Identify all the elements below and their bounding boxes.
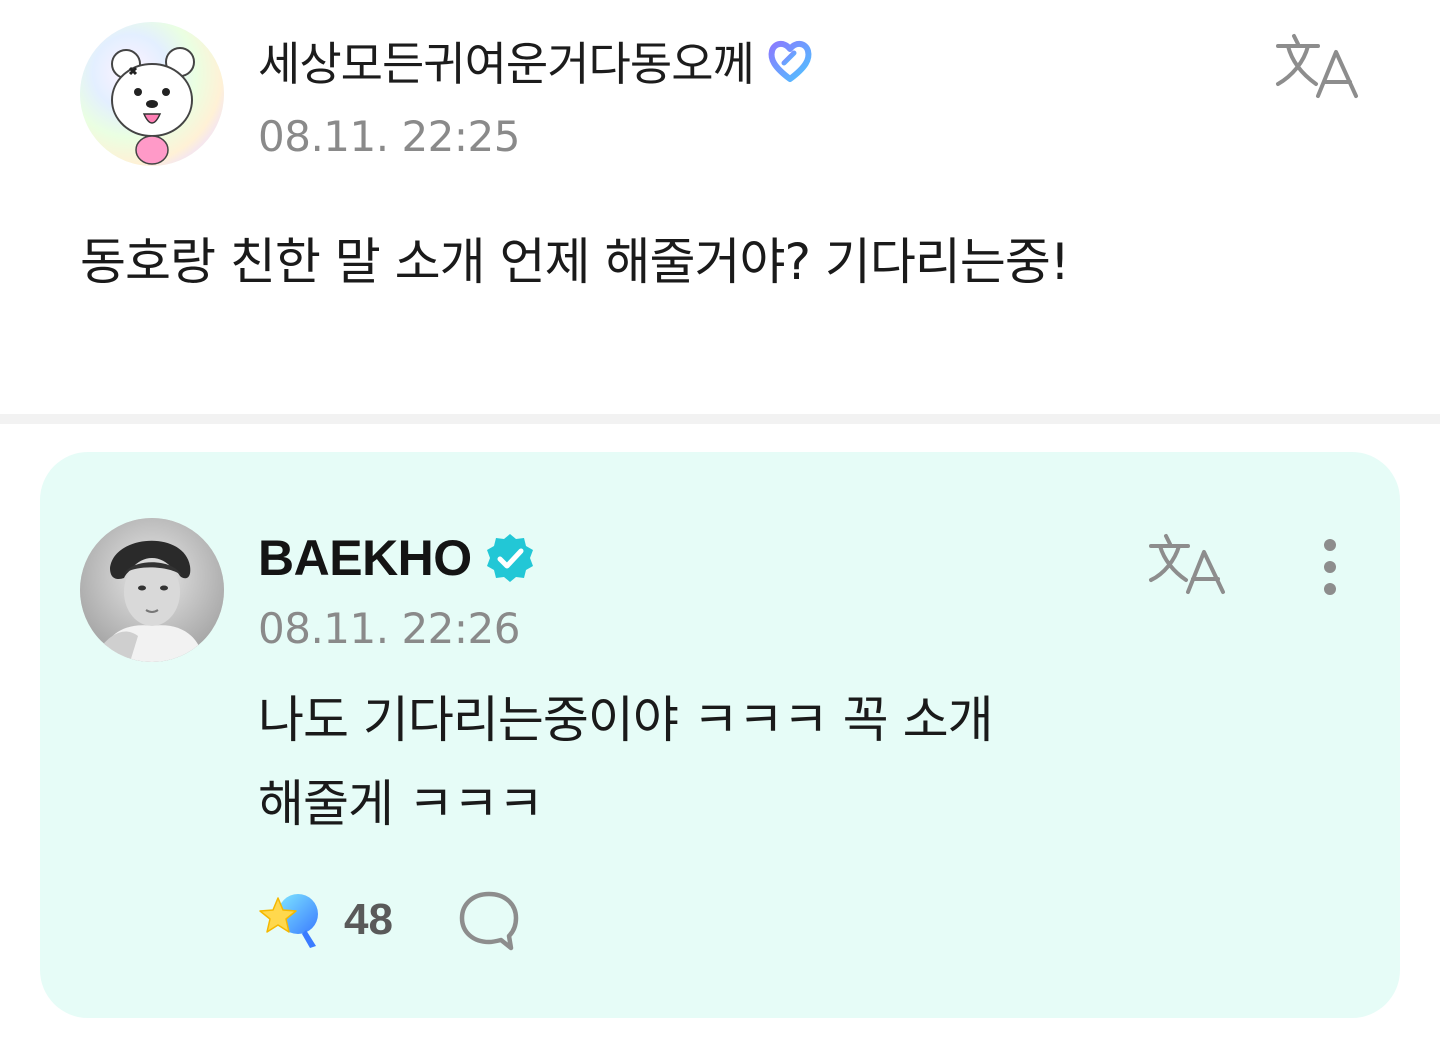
artist-name-row: BAEKHO [258,528,536,588]
reply-body-line: 해줄게 ㅋㅋㅋ [258,775,544,833]
user-name-row: 세상모든귀여운거다동오께 [258,30,816,92]
verified-badge-icon [486,534,533,582]
star-cheer-icon [259,894,318,948]
heart-membership-icon [768,41,812,82]
like-button[interactable]: 48 [258,884,393,956]
user-name[interactable]: 세상모든귀여운거다동오께 [258,28,755,94]
translate-icon[interactable] [1146,530,1230,596]
artist-reply-card: BAEKHO 08.11. 22:26 나도 기다리는중이야 ㅋㅋㅋ 꼭 소개 … [40,452,1400,1018]
user-avatar[interactable] [80,22,224,166]
reply-body-line: 나도 기다리는중이야 ㅋㅋㅋ 꼭 소개 [258,691,994,749]
reply-timestamp: 08.11. 22:26 [258,604,520,653]
reply-actions: 48 [258,884,521,956]
section-divider [0,414,1440,424]
translate-icon[interactable] [1272,28,1364,100]
like-count: 48 [344,895,393,944]
reply-body: 나도 기다리는중이야 ㅋㅋㅋ 꼭 소개 해줄게 ㅋㅋㅋ [258,678,1218,846]
post-body: 동호랑 친한 말 소개 언제 해줄거야? 기다리는중! [80,233,1070,291]
bear-avatar-icon [80,22,224,166]
artist-name[interactable]: BAEKHO [258,529,472,587]
fan-post: 세상모든귀여운거다동오께 08.11. 22:25 동호랑 친한 말 소개 언제… [0,0,1440,414]
artist-photo-avatar-icon [80,518,224,662]
more-vertical-icon[interactable] [1308,534,1352,600]
comment-bubble-icon[interactable] [457,888,521,952]
post-timestamp: 08.11. 22:25 [258,112,520,161]
artist-avatar[interactable] [80,518,224,662]
